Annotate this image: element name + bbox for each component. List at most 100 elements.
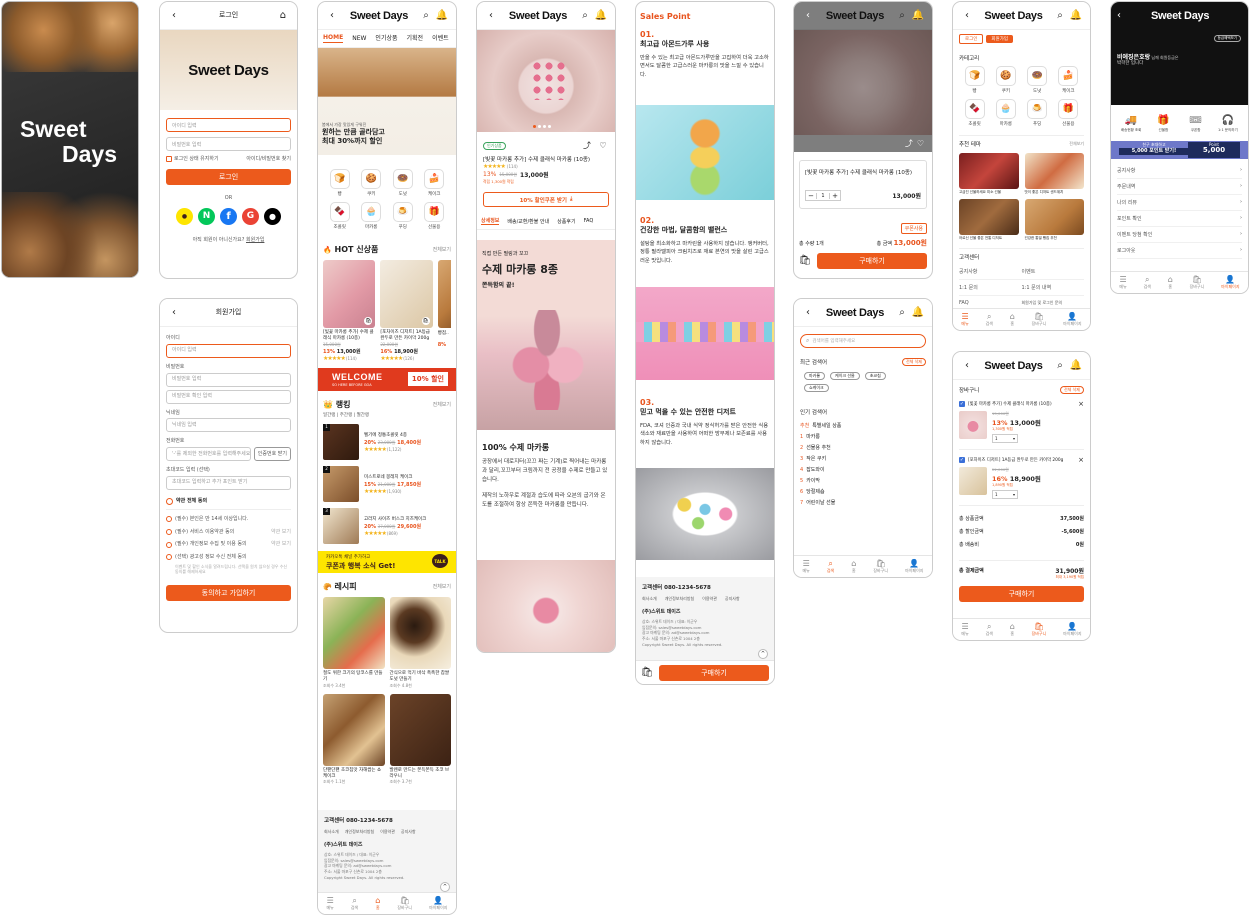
popular-item[interactable]: 1 마카롱 <box>800 433 926 441</box>
footer-link[interactable]: 공지사항 <box>725 596 740 602</box>
mypage-link[interactable]: 공지사항 › <box>1117 163 1242 179</box>
recent-chip[interactable]: 초코칩 <box>864 372 886 380</box>
back-icon[interactable]: ‹ <box>802 307 814 319</box>
nav-item-cart[interactable]: 🛍 장바구니 <box>397 896 412 911</box>
rank-item[interactable]: 3 고라지 사이즈 버스크 치즈케이크 20% 37,000원 29,600원 ★★★… <box>323 508 451 545</box>
tab-faq[interactable]: FAQ <box>584 218 594 224</box>
rank-more-link[interactable]: 전체보기 <box>433 401 451 408</box>
rank-item[interactable]: 2 미스트로네 봉레치 케이크 15% 21,000원 17,850원 ★★★★★ (1… <box>323 466 451 503</box>
back-icon[interactable]: ‹ <box>961 10 973 22</box>
shortcut-item[interactable]: 🚚 배송현황 조회 <box>1115 115 1147 133</box>
nav-item-search[interactable]: ⌕ 검색 <box>986 622 993 637</box>
nav-item-home[interactable]: ⌂ 홈 <box>1010 622 1015 637</box>
popular-item[interactable]: 3 작은 쿠키 <box>800 455 926 463</box>
tab-home[interactable]: HOME <box>323 34 344 44</box>
qty-value[interactable]: 1 <box>816 192 830 199</box>
plus-icon[interactable]: + <box>830 192 840 200</box>
footer-link[interactable]: 회사소개 <box>642 596 657 602</box>
back-icon[interactable]: ‹ <box>326 10 338 22</box>
hot-more-link[interactable]: 전체보기 <box>433 246 451 253</box>
send-code-button[interactable]: 인증번호 받기 <box>253 447 291 461</box>
back-icon[interactable]: ‹ <box>961 360 973 372</box>
cs-link[interactable]: 공지사항 <box>959 264 1022 280</box>
coupon-download-button[interactable]: 10% 할인쿠폰 받기 ⤓ <box>483 192 609 207</box>
bell-icon[interactable]: 🔔 <box>436 10 448 22</box>
menu-join-button[interactable]: 회원가입 <box>986 35 1013 43</box>
signup-id-input[interactable]: 아이디 입력 <box>166 343 291 358</box>
search-icon[interactable]: ⌕ <box>1054 360 1066 372</box>
category-item[interactable]: 🍩 도넛 <box>1022 66 1053 94</box>
qty-stepper[interactable]: − 1 + <box>805 190 841 201</box>
popular-item[interactable]: 6 당절제숍 <box>800 488 926 496</box>
menu-login-button[interactable]: 로그인 <box>959 34 984 44</box>
welcome-banner[interactable]: WELCOME SO HERE BEFORE GOA 10% 할인 <box>318 368 456 392</box>
tab-popular[interactable]: 인기상품 <box>375 35 397 43</box>
footer-link[interactable]: 개인정보처리방침 <box>345 829 374 835</box>
tab-reviews[interactable]: 상품후기 <box>557 218 575 225</box>
search-icon[interactable]: ⌕ <box>420 10 432 22</box>
signup-tel-input[interactable]: '-'를 제외한 전화번호를 입력해주세요 <box>166 447 251 461</box>
search-icon[interactable]: ⌕ <box>896 307 908 319</box>
qty-select[interactable]: 1 ▾ <box>992 490 1018 499</box>
search-icon[interactable]: ⌕ <box>579 10 591 22</box>
footer-link[interactable]: 회사소개 <box>324 829 339 835</box>
nav-item-home[interactable]: ⌂ 홈 <box>851 559 856 574</box>
cart-buy-button[interactable]: 구매하기 <box>959 586 1084 602</box>
agree-check-icon[interactable] <box>166 541 172 548</box>
recipe-card[interactable]: 단팬단팬 초코칩맛 자해쌉는 쇼케이크 조회수 1.1천 <box>323 693 385 786</box>
category-item[interactable]: 🎁 선물용 <box>419 202 451 230</box>
nav-item-cart[interactable]: 🛍 장바구니 <box>1032 312 1047 327</box>
qty-select[interactable]: 1 ▾ <box>992 434 1018 443</box>
theme-card[interactable]: 고급진 선물하세요 미소 선물 <box>959 153 1019 195</box>
recent-chip[interactable]: 쇼케이크 <box>804 384 829 392</box>
category-item[interactable]: 🍞 빵 <box>324 169 356 197</box>
recipe-more-link[interactable]: 전체보기 <box>433 583 451 590</box>
nav-item-menu[interactable]: ☰ 메뉴 <box>961 622 968 637</box>
search-icon[interactable]: ⌕ <box>1054 10 1066 22</box>
signup-pw-input[interactable]: 비밀번호 입력 <box>166 372 291 387</box>
tab-shipping[interactable]: 배송/교환/환불 안내 <box>507 218 549 225</box>
tab-detail[interactable]: 상세정보 <box>481 217 500 225</box>
nav-item-search[interactable]: ⌕ 검색 <box>986 312 993 327</box>
cart-delete-all[interactable]: 전체 삭제 <box>1060 386 1084 394</box>
popular-item[interactable]: 4 잡도와이 <box>800 466 926 474</box>
product-card[interactable]: 빵점.. 8% <box>437 260 452 348</box>
facebook-login-icon[interactable]: f <box>220 207 237 225</box>
shortcut-item[interactable]: 🎁 선물함 <box>1147 115 1179 133</box>
popular-item[interactable]: 5 카이막 <box>800 477 926 485</box>
brand-logo[interactable]: Sweet Days <box>984 360 1042 372</box>
brand-logo[interactable]: Sweet Days <box>350 10 408 22</box>
brand-logo[interactable]: Sweet Days <box>1151 10 1209 22</box>
cart-icon[interactable]: 🛍 <box>641 667 654 679</box>
login-id-input[interactable]: 아이디 입력 <box>166 118 291 132</box>
join-link[interactable]: 회원가입 <box>246 237 264 243</box>
shortcut-item[interactable]: 🎧 1:1 문의하기 <box>1212 115 1244 133</box>
category-item[interactable]: 🍰 케이크 <box>419 169 451 197</box>
scroll-top-icon[interactable]: ^ <box>440 882 450 892</box>
brand-logo[interactable]: Sweet Days <box>509 10 567 22</box>
back-icon[interactable]: ‹ <box>802 10 814 22</box>
image-pager[interactable] <box>533 125 551 128</box>
nav-item-cart[interactable]: 🛍 장바구니 <box>873 559 888 574</box>
theme-card[interactable]: 어르신 선물 좋은 전통 디저트 <box>959 199 1019 241</box>
back-icon[interactable]: ‹ <box>168 307 180 319</box>
remove-icon[interactable]: × <box>1078 400 1084 408</box>
mypage-link[interactable]: 로그아웃 › <box>1117 243 1242 259</box>
category-item[interactable]: 🍪 쿠키 <box>356 169 388 197</box>
popular-item[interactable]: 7 어린이날 선물 <box>800 499 926 507</box>
nav-item-search[interactable]: ⌕ 검색 <box>1144 275 1151 290</box>
agree-all-check-icon[interactable] <box>166 497 173 505</box>
invite-banner[interactable]: 친구 초대하고 5,000 포인트 받기! Point 5,000 <box>1111 141 1248 159</box>
buy-button[interactable]: 구매하기 <box>817 253 927 269</box>
category-item[interactable]: 🧁 마카롱 <box>356 202 388 230</box>
nav-item-menu[interactable]: ☰ 메뉴 <box>327 896 334 911</box>
login-button[interactable]: 로그인 <box>166 168 291 185</box>
cart-add-icon[interactable]: 🛍 <box>421 317 430 326</box>
nav-item-menu[interactable]: ☰ 메뉴 <box>803 559 810 574</box>
coupon-use-button[interactable]: 쿠폰사용 <box>900 223 927 234</box>
bell-icon[interactable]: 🔔 <box>1070 360 1082 372</box>
product-card[interactable]: 🛍 [빛꽃 마카롱 추가] 수제 클래식 마카롱 (10종) 15,000원 1… <box>323 260 376 362</box>
popular-item[interactable]: 추천 특별세일 상품 <box>800 422 926 429</box>
nav-item-search[interactable]: ⌕ 검색 <box>827 559 834 574</box>
scroll-top-icon[interactable]: ^ <box>758 649 768 659</box>
